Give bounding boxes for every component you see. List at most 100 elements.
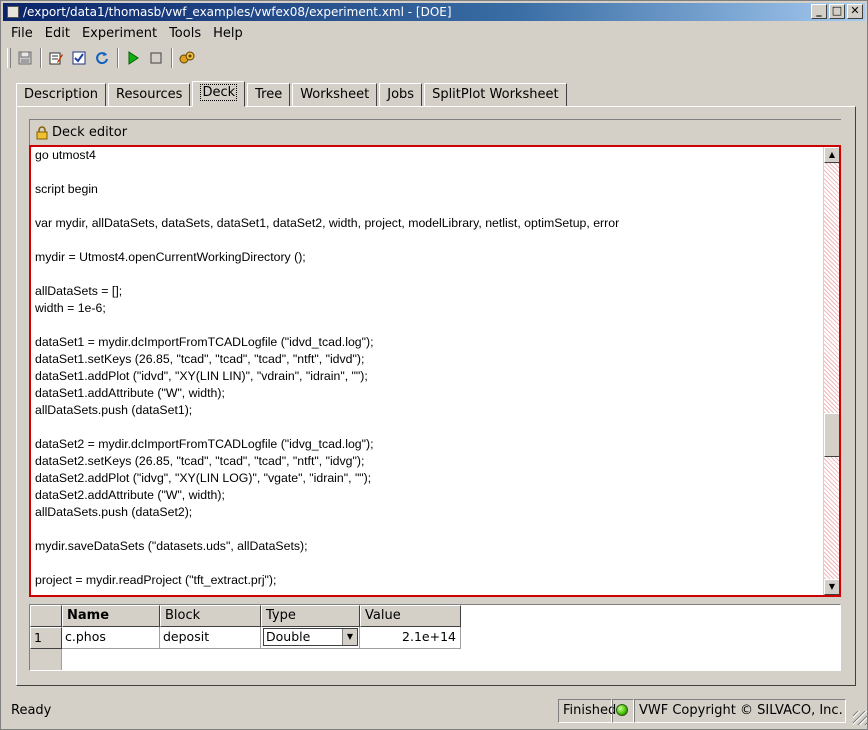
deck-code[interactable]: go utmost4 script begin var mydir, allData…: [35, 147, 821, 589]
status-led-panel: [612, 699, 634, 723]
cell-name[interactable]: c.phos: [62, 627, 160, 649]
code-line[interactable]: var mydir, allDataSets, dataSets, dataSe…: [35, 215, 821, 232]
tab-jobs[interactable]: Jobs: [379, 83, 423, 107]
tab-label: Tree: [255, 87, 283, 102]
code-line[interactable]: [35, 164, 821, 181]
resize-grip[interactable]: [853, 711, 867, 725]
code-line[interactable]: [35, 232, 821, 249]
chevron-down-icon[interactable]: ▼: [342, 629, 357, 645]
menu-help[interactable]: Help: [207, 24, 249, 44]
maximize-button[interactable]: □: [829, 4, 845, 19]
code-line[interactable]: [35, 266, 821, 283]
toolbar-separator: [40, 48, 42, 68]
close-button[interactable]: ✕: [847, 4, 863, 19]
column-header-block[interactable]: Block: [160, 605, 261, 627]
check-icon[interactable]: [68, 48, 90, 69]
code-line[interactable]: allDataSets.push (dataSet1);: [35, 402, 821, 419]
code-line[interactable]: dataSet1.addAttribute ("W", width);: [35, 385, 821, 402]
tab-label: Description: [24, 87, 99, 102]
cell-type[interactable]: Double ▼: [261, 627, 360, 649]
cell-block[interactable]: deposit: [160, 627, 261, 649]
tab-worksheet[interactable]: Worksheet: [292, 83, 378, 107]
deck-editor-title: Deck editor: [36, 125, 127, 140]
table-row[interactable]: 1 c.phos deposit Double ▼ 2.1e+14: [30, 627, 461, 649]
status-led-icon: [616, 704, 628, 716]
status-text: Ready: [11, 703, 52, 718]
row-number-header: [30, 605, 62, 627]
tab-bar: Description Resources Deck Tree Workshee…: [16, 81, 569, 107]
code-line[interactable]: allDataSets = [];: [35, 283, 821, 300]
code-line[interactable]: width = 1e-6;: [35, 300, 821, 317]
window-title: /export/data1/thomasb/vwf_examples/vwfex…: [23, 5, 452, 19]
menu-tools[interactable]: Tools: [163, 24, 207, 44]
editor-scrollbar[interactable]: ▲ ▼: [823, 147, 839, 595]
code-line[interactable]: mydir = Utmost4.openCurrentWorkingDirect…: [35, 249, 821, 266]
parameters-table: Name Block Type Value 1 c.phos deposit D…: [29, 604, 841, 671]
table-header: Name Block Type Value: [30, 605, 461, 627]
row-number[interactable]: 1: [30, 627, 62, 649]
tab-label: Resources: [116, 87, 183, 102]
menu-edit[interactable]: Edit: [39, 24, 76, 44]
code-line[interactable]: allDataSets.push (dataSet2);: [35, 504, 821, 521]
code-line[interactable]: [35, 555, 821, 572]
tab-label: Jobs: [387, 87, 415, 102]
menu-bar: File Edit Experiment Tools Help: [5, 24, 249, 44]
code-line[interactable]: [35, 317, 821, 334]
code-line[interactable]: [35, 419, 821, 436]
tab-deck[interactable]: Deck: [192, 81, 246, 107]
code-line[interactable]: script begin: [35, 181, 821, 198]
status-bar: Ready Finished VWF Copyright © SILVACO, …: [1, 699, 868, 727]
edit-icon[interactable]: [45, 48, 67, 69]
app-icon: [7, 6, 19, 18]
code-line[interactable]: dataSet2.addAttribute ("W", width);: [35, 487, 821, 504]
column-header-name[interactable]: Name: [62, 605, 160, 627]
lock-icon: [36, 125, 48, 139]
empty-row-header: [30, 649, 62, 670]
run-icon[interactable]: [122, 48, 144, 69]
deck-editor[interactable]: go utmost4 script begin var mydir, allData…: [29, 145, 841, 597]
tab-label: Worksheet: [300, 87, 370, 102]
code-line[interactable]: go utmost4: [35, 147, 821, 164]
type-select[interactable]: Double ▼: [263, 628, 358, 646]
run-state: Finished: [558, 699, 616, 723]
main-window: /export/data1/thomasb/vwf_examples/vwfex…: [0, 0, 868, 730]
code-line[interactable]: [35, 521, 821, 538]
window-controls: _ □ ✕: [811, 4, 863, 19]
title-bar[interactable]: /export/data1/thomasb/vwf_examples/vwfex…: [3, 3, 865, 21]
stop-icon[interactable]: [145, 48, 167, 69]
toolbar-grip[interactable]: [7, 48, 11, 68]
type-select-value: Double: [266, 629, 311, 644]
toolbar-separator: [117, 48, 119, 68]
save-icon[interactable]: [14, 48, 36, 69]
plugin-icon[interactable]: [176, 48, 198, 69]
code-line[interactable]: dataSet1.setKeys (26.85, "tcad", "tcad",…: [35, 351, 821, 368]
code-line[interactable]: dataSet2 = mydir.dcImportFromTCADLogfile…: [35, 436, 821, 453]
menu-experiment[interactable]: Experiment: [76, 24, 163, 44]
tab-splitplot-worksheet[interactable]: SplitPlot Worksheet: [424, 83, 567, 107]
column-header-type[interactable]: Type: [261, 605, 360, 627]
cell-value[interactable]: 2.1e+14: [360, 627, 461, 649]
refresh-icon[interactable]: [91, 48, 113, 69]
tab-label: Deck: [200, 84, 238, 101]
code-line[interactable]: dataSet1 = mydir.dcImportFromTCADLogfile…: [35, 334, 821, 351]
code-line[interactable]: mydir.saveDataSets ("datasets.uds", allD…: [35, 538, 821, 555]
tab-label: SplitPlot Worksheet: [432, 87, 559, 102]
tab-tree[interactable]: Tree: [247, 83, 291, 107]
minimize-button[interactable]: _: [811, 4, 827, 19]
code-line[interactable]: dataSet2.addPlot ("idvg", "XY(LIN LOG)",…: [35, 470, 821, 487]
code-line[interactable]: [35, 198, 821, 215]
code-line[interactable]: dataSet1.addPlot ("idvd", "XY(LIN LIN)",…: [35, 368, 821, 385]
copyright-text: VWF Copyright © SILVACO, Inc.: [634, 699, 846, 723]
scroll-thumb[interactable]: [824, 413, 839, 457]
scroll-down-button[interactable]: ▼: [824, 579, 839, 595]
deck-editor-label: Deck editor: [52, 125, 128, 140]
code-line[interactable]: dataSet2.setKeys (26.85, "tcad", "tcad",…: [35, 453, 821, 470]
deck-editor-group: Deck editor: [29, 119, 841, 148]
tab-description[interactable]: Description: [16, 83, 107, 107]
scroll-up-button[interactable]: ▲: [824, 147, 839, 163]
column-header-value[interactable]: Value: [360, 605, 461, 627]
code-line[interactable]: project = mydir.readProject ("tft_extrac…: [35, 572, 821, 589]
menu-file[interactable]: File: [5, 24, 39, 44]
toolbar: [5, 46, 199, 70]
tab-resources[interactable]: Resources: [108, 83, 191, 107]
